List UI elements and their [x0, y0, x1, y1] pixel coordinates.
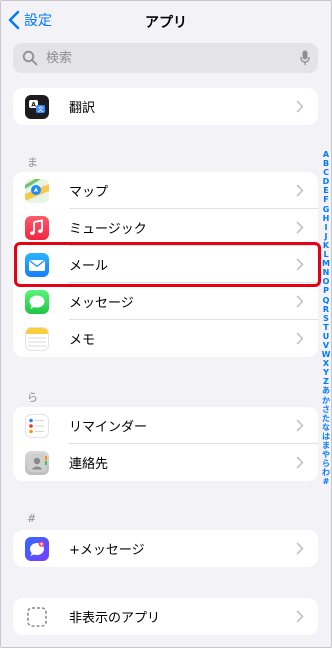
messages-icon [25, 289, 49, 314]
index-letter[interactable]: S [323, 314, 329, 323]
index-letter[interactable]: ら [322, 459, 330, 468]
contacts-icon [25, 450, 49, 475]
app-label: マップ [69, 185, 109, 200]
mail-icon [25, 252, 49, 277]
section-header-hash: # [27, 512, 37, 525]
app-row-reminders[interactable]: リマインダー [13, 407, 318, 444]
index-letter[interactable]: F [323, 195, 328, 204]
navigation-bar: 設定 アプリ [0, 0, 332, 44]
app-row-messages[interactable]: メッセージ [13, 283, 318, 320]
index-letter[interactable]: Q [323, 296, 330, 305]
index-letter[interactable]: J [325, 232, 328, 241]
app-row-maps[interactable]: マップ [13, 172, 318, 209]
index-letter[interactable]: ま [322, 441, 330, 450]
chevron-right-icon [296, 456, 304, 469]
hidden-apps-icon [25, 604, 49, 629]
index-letter[interactable]: あ [322, 386, 330, 395]
app-group-hidden: 非表示のアプリ [13, 598, 318, 635]
index-letter[interactable]: M [322, 259, 330, 268]
app-label: 翻訳 [69, 101, 96, 116]
chevron-right-icon [296, 610, 304, 623]
chevron-right-icon [296, 295, 304, 308]
section-header-ra: ら [27, 391, 38, 404]
index-letter[interactable]: C [323, 168, 329, 177]
index-letter[interactable]: W [322, 350, 331, 359]
app-group-hash: +メッセージ [13, 530, 318, 567]
index-letter[interactable]: I [325, 223, 328, 232]
section-index-bar[interactable]: A B C D E F G H I J K L M N O P Q R S T U V W X Y Z あかさたなはまやらわ # [320, 150, 332, 486]
plus-message-icon [25, 536, 49, 561]
index-letter[interactable]: は [322, 432, 330, 441]
index-letter[interactable]: V [323, 341, 329, 350]
chevron-right-icon [296, 542, 304, 555]
index-letter[interactable]: L [323, 250, 328, 259]
app-label: ミュージック [69, 222, 147, 237]
app-label: メモ [69, 333, 96, 348]
index-letter[interactable]: さ [322, 405, 330, 414]
index-letter[interactable]: た [322, 414, 330, 423]
app-label: リマインダー [69, 420, 148, 435]
index-letter[interactable]: H [323, 214, 330, 223]
translate-icon: A文 [25, 94, 49, 119]
app-label: 非表示のアプリ [69, 611, 161, 626]
chevron-right-icon [296, 100, 304, 113]
search-icon [22, 50, 38, 66]
index-letter[interactable]: U [323, 332, 330, 341]
app-group-ma: マップ ミュージック メール メッセージ メモ [13, 172, 318, 357]
notes-icon [25, 326, 49, 351]
chevron-right-icon [296, 419, 304, 432]
svg-text:A: A [31, 101, 36, 108]
index-letter[interactable]: Z [323, 377, 329, 386]
app-row-plus-message[interactable]: +メッセージ [13, 530, 318, 567]
index-letter[interactable]: K [323, 241, 329, 250]
chevron-right-icon [296, 184, 304, 197]
page-title: アプリ [145, 15, 187, 31]
index-letter[interactable]: X [323, 359, 329, 368]
index-letter[interactable]: O [323, 277, 330, 286]
index-letter[interactable]: か [322, 396, 330, 405]
app-label: +メッセージ [69, 543, 145, 558]
index-letter[interactable]: # [323, 477, 330, 486]
search-bar[interactable] [13, 43, 318, 73]
svg-text:文: 文 [38, 105, 44, 113]
app-row-hidden-apps[interactable]: 非表示のアプリ [13, 598, 318, 635]
app-group-top: A文 翻訳 [13, 88, 318, 125]
index-letter[interactable]: N [323, 268, 330, 277]
index-letter[interactable]: G [323, 205, 330, 214]
app-row-music[interactable]: ミュージック [13, 209, 318, 246]
index-letter[interactable]: T [323, 323, 328, 332]
index-letter[interactable]: Y [323, 368, 329, 377]
index-letter[interactable]: R [323, 305, 329, 314]
app-label: メッセージ [69, 296, 134, 311]
app-label: メール [69, 259, 109, 274]
index-letter[interactable]: な [322, 423, 330, 432]
app-row-notes[interactable]: メモ [13, 320, 318, 357]
maps-icon [25, 178, 49, 203]
chevron-right-icon [296, 332, 304, 345]
index-letter[interactable]: や [322, 450, 330, 459]
app-group-ra: リマインダー 連絡先 [13, 407, 318, 481]
search-input[interactable] [44, 49, 288, 67]
chevron-right-icon [296, 221, 304, 234]
index-letter[interactable]: D [323, 177, 330, 186]
music-icon [25, 215, 49, 240]
app-label: 連絡先 [69, 457, 109, 472]
reminders-icon [25, 413, 49, 438]
index-letter[interactable]: わ [322, 468, 330, 477]
app-row-contacts[interactable]: 連絡先 [13, 444, 318, 481]
section-header-ma: ま [27, 156, 38, 169]
app-row-translate[interactable]: A文 翻訳 [13, 88, 318, 125]
index-letter[interactable]: A [323, 150, 329, 159]
index-letter[interactable]: B [323, 159, 329, 168]
index-letter[interactable]: E [323, 186, 328, 195]
index-letter[interactable]: P [323, 286, 329, 295]
microphone-icon[interactable] [300, 50, 310, 66]
app-row-mail[interactable]: メール [13, 246, 318, 283]
chevron-right-icon [296, 258, 304, 271]
